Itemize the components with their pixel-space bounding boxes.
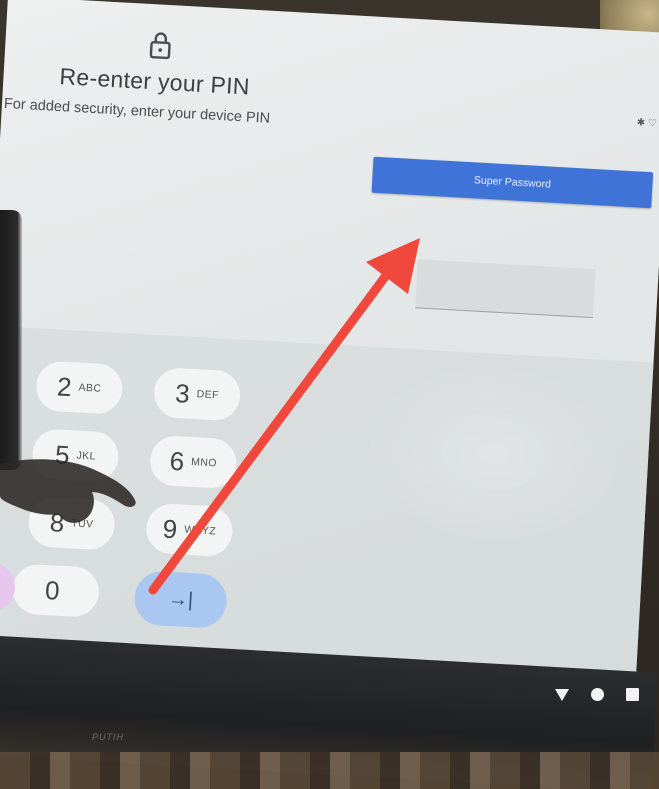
key-0[interactable]: 0 <box>11 563 101 618</box>
device-brand-label: PUTIH <box>92 732 124 742</box>
super-password-label: Super Password <box>473 174 552 191</box>
background-furniture <box>0 752 659 789</box>
key-6[interactable]: 6 MNO <box>148 434 238 490</box>
key-2[interactable]: 2 ABC <box>34 360 124 415</box>
pin-input[interactable] <box>415 259 596 319</box>
enter-key[interactable]: →| <box>133 570 229 630</box>
page-title: Re-enter your PIN <box>58 63 251 100</box>
home-icon[interactable] <box>591 688 604 701</box>
status-bar-icons: ✱ ♡ <box>636 117 658 130</box>
super-password-button[interactable]: Super Password <box>371 156 654 209</box>
android-nav-bar <box>555 688 639 701</box>
photo-scene: Re-enter your PIN For added security, en… <box>0 0 659 789</box>
enter-arrow-icon: →| <box>167 587 194 611</box>
lock-icon <box>149 32 171 60</box>
key-3[interactable]: 3 DEF <box>152 366 242 422</box>
key-9[interactable]: 9 WXYZ <box>145 502 234 558</box>
hand-silhouette <box>0 459 136 523</box>
recents-icon[interactable] <box>626 688 639 701</box>
tablet-screen: Re-enter your PIN For added security, en… <box>0 0 659 703</box>
back-icon[interactable] <box>555 688 569 701</box>
person-silhouette <box>0 210 22 470</box>
page-subtitle: For added security, enter your device PI… <box>3 95 271 127</box>
